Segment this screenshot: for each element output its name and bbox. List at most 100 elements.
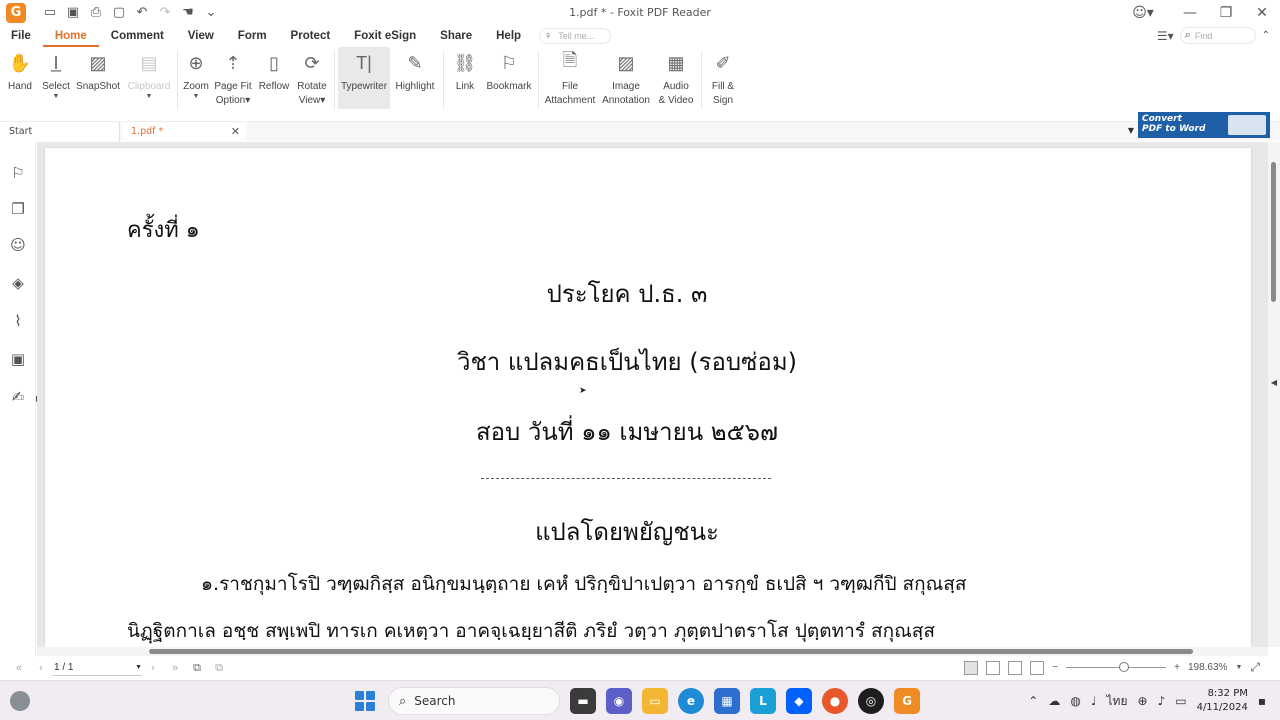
- document-viewport[interactable]: ครั้งที่ ๑ ประโยค ป.ธ. ๓ วิชา แปลมคธเป็น…: [37, 142, 1268, 647]
- layers-panel-icon[interactable]: ◈: [9, 274, 27, 292]
- continuous-facing-view-icon[interactable]: [1030, 660, 1045, 675]
- snapshot-button[interactable]: ▨ SnapShot: [72, 47, 124, 109]
- select-tool-button[interactable]: I̲ Select ▼: [40, 47, 72, 109]
- convert-pdf-to-word-banner[interactable]: Convert PDF to Word: [1138, 112, 1270, 138]
- account-icon[interactable]: ☺▾: [1128, 5, 1158, 21]
- firefox-icon[interactable]: ●: [822, 688, 848, 714]
- microphone-icon[interactable]: ♩: [1091, 694, 1097, 708]
- next-page-icon[interactable]: ›: [142, 662, 164, 674]
- hand-tool-button[interactable]: ✋ Hand: [0, 47, 40, 109]
- page-fit-option-button[interactable]: ⇡ Page Fit Option▾: [211, 47, 255, 109]
- volume-icon[interactable]: ♪: [1158, 694, 1166, 708]
- signature-panel-icon[interactable]: ✍: [9, 388, 27, 406]
- chrome-icon[interactable]: ◎: [858, 688, 884, 714]
- previous-page-icon[interactable]: ‹: [30, 662, 52, 674]
- network-icon[interactable]: ⊕: [1138, 694, 1148, 708]
- search-options-icon[interactable]: ☰▾: [1157, 29, 1174, 43]
- clock[interactable]: 8:32 PM 4/11/2024: [1197, 687, 1248, 715]
- tab-help[interactable]: Help: [484, 25, 533, 47]
- redo-icon[interactable]: ↷: [157, 5, 173, 21]
- zoom-button[interactable]: ⊕ Zoom ▼: [181, 47, 211, 109]
- new-document-icon[interactable]: ▢: [111, 5, 127, 21]
- tab-file[interactable]: File: [0, 25, 43, 47]
- close-window-icon[interactable]: ✕: [1244, 5, 1280, 21]
- link-button[interactable]: ⛓ Link: [447, 47, 483, 109]
- security-panel-icon[interactable]: ▣: [9, 350, 27, 368]
- zoom-slider[interactable]: [1066, 662, 1167, 672]
- tab-share[interactable]: Share: [428, 25, 484, 47]
- typewriter-button[interactable]: T| Typewriter: [338, 47, 390, 109]
- tab-comment[interactable]: Comment: [99, 25, 176, 47]
- undo-icon[interactable]: ↶: [134, 5, 150, 21]
- start-icon[interactable]: [352, 688, 378, 714]
- fill-sign-button[interactable]: ✐ Fill & Sign: [705, 47, 741, 109]
- horizontal-scrollbar[interactable]: [37, 647, 1268, 656]
- extract-page-icon[interactable]: ⧉: [208, 662, 230, 675]
- cloud-icon[interactable]: ☁: [1048, 694, 1060, 708]
- zoom-dropdown-icon[interactable]: ▼: [1235, 664, 1242, 671]
- highlight-button[interactable]: ✎ Highlight: [390, 47, 440, 109]
- foxit-logo-icon[interactable]: G: [6, 2, 26, 23]
- input-language[interactable]: ไทย: [1107, 692, 1128, 711]
- tab-protect[interactable]: Protect: [279, 25, 343, 47]
- pages-panel-icon[interactable]: ❐: [9, 200, 27, 218]
- zoom-out-icon[interactable]: −: [1052, 662, 1058, 673]
- fullscreen-icon[interactable]: ⤢: [1250, 660, 1260, 675]
- find-input[interactable]: ⌕ Find: [1179, 27, 1256, 44]
- tab-foxit-esign[interactable]: Foxit eSign: [342, 25, 428, 47]
- bookmark-button[interactable]: ⚐ Bookmark: [483, 47, 535, 109]
- last-page-icon[interactable]: »: [164, 662, 186, 674]
- zoom-level[interactable]: 198.63%: [1188, 662, 1227, 673]
- hand-dropdown-icon[interactable]: ☚: [180, 5, 196, 21]
- vertical-scrollbar[interactable]: [1268, 142, 1280, 647]
- copy-page-icon[interactable]: ⧉: [186, 662, 208, 675]
- attachments-panel-icon[interactable]: ⌇: [9, 312, 27, 330]
- single-page-view-icon[interactable]: [964, 660, 979, 675]
- widgets-icon[interactable]: [10, 691, 30, 711]
- show-hidden-icons-icon[interactable]: ⌃: [1028, 694, 1038, 708]
- audio-video-button[interactable]: ▦ Audio & Video: [654, 47, 698, 109]
- tab-start[interactable]: Start: [0, 121, 120, 142]
- save-icon[interactable]: ▣: [65, 5, 81, 21]
- taskbar-search-box[interactable]: ⌕ Search: [388, 687, 560, 715]
- open-folder-icon[interactable]: ▭: [42, 5, 58, 21]
- right-panel-expand-icon[interactable]: ◀: [1271, 378, 1277, 387]
- notification-icon[interactable]: ▪: [1258, 694, 1266, 708]
- foxit-taskbar-icon[interactable]: G: [894, 688, 920, 714]
- minimize-icon[interactable]: —: [1172, 5, 1208, 21]
- first-page-icon[interactable]: «: [8, 662, 30, 674]
- teams-icon[interactable]: ◉: [606, 688, 632, 714]
- dropbox-icon[interactable]: ◆: [786, 688, 812, 714]
- facing-view-icon[interactable]: [1008, 660, 1023, 675]
- store-icon[interactable]: ▦: [714, 688, 740, 714]
- zoom-in-icon[interactable]: +: [1174, 662, 1180, 673]
- tab-home[interactable]: Home: [42, 25, 99, 47]
- file-explorer-icon[interactable]: ▭: [642, 688, 668, 714]
- rotate-view-button[interactable]: ⟳ Rotate View▾: [293, 47, 331, 109]
- close-tab-icon[interactable]: ✕: [231, 125, 240, 138]
- vertical-scroll-thumb[interactable]: [1271, 162, 1276, 302]
- line-app-icon[interactable]: L: [750, 688, 776, 714]
- edge-icon[interactable]: e: [678, 688, 704, 714]
- task-view-icon[interactable]: ▬: [570, 688, 596, 714]
- restore-icon[interactable]: ❐: [1208, 5, 1244, 21]
- customize-toolbar-icon[interactable]: ⌄: [203, 5, 219, 21]
- comments-panel-icon[interactable]: ☺: [9, 236, 27, 254]
- antivirus-icon[interactable]: ◍: [1070, 694, 1080, 708]
- image-annotation-button[interactable]: ▨ Image Annotation: [598, 47, 654, 109]
- tell-me-box[interactable]: ♀ Tell me...: [539, 28, 612, 44]
- continuous-view-icon[interactable]: [986, 660, 1001, 675]
- ribbon-collapse-icon[interactable]: ⌃: [1262, 30, 1270, 41]
- reflow-button[interactable]: ▯ Reflow: [255, 47, 293, 109]
- tab-document[interactable]: 1.pdf * ✕: [122, 121, 246, 142]
- print-icon[interactable]: ⎙: [88, 5, 104, 21]
- tab-view[interactable]: View: [176, 25, 226, 47]
- battery-icon[interactable]: ▭: [1175, 694, 1186, 708]
- tab-list-chevron-icon[interactable]: ▼: [1128, 126, 1134, 135]
- clipboard-button[interactable]: ▤ Clipboard ▼: [124, 47, 174, 109]
- horizontal-scroll-thumb[interactable]: [149, 649, 1193, 654]
- zoom-slider-knob[interactable]: [1119, 662, 1130, 672]
- file-attachment-button[interactable]: 🗎 File Attachment: [542, 47, 598, 109]
- page-number-field[interactable]: 1 / 1 ▼: [52, 660, 142, 676]
- bookmarks-panel-icon[interactable]: ⚐: [9, 164, 27, 182]
